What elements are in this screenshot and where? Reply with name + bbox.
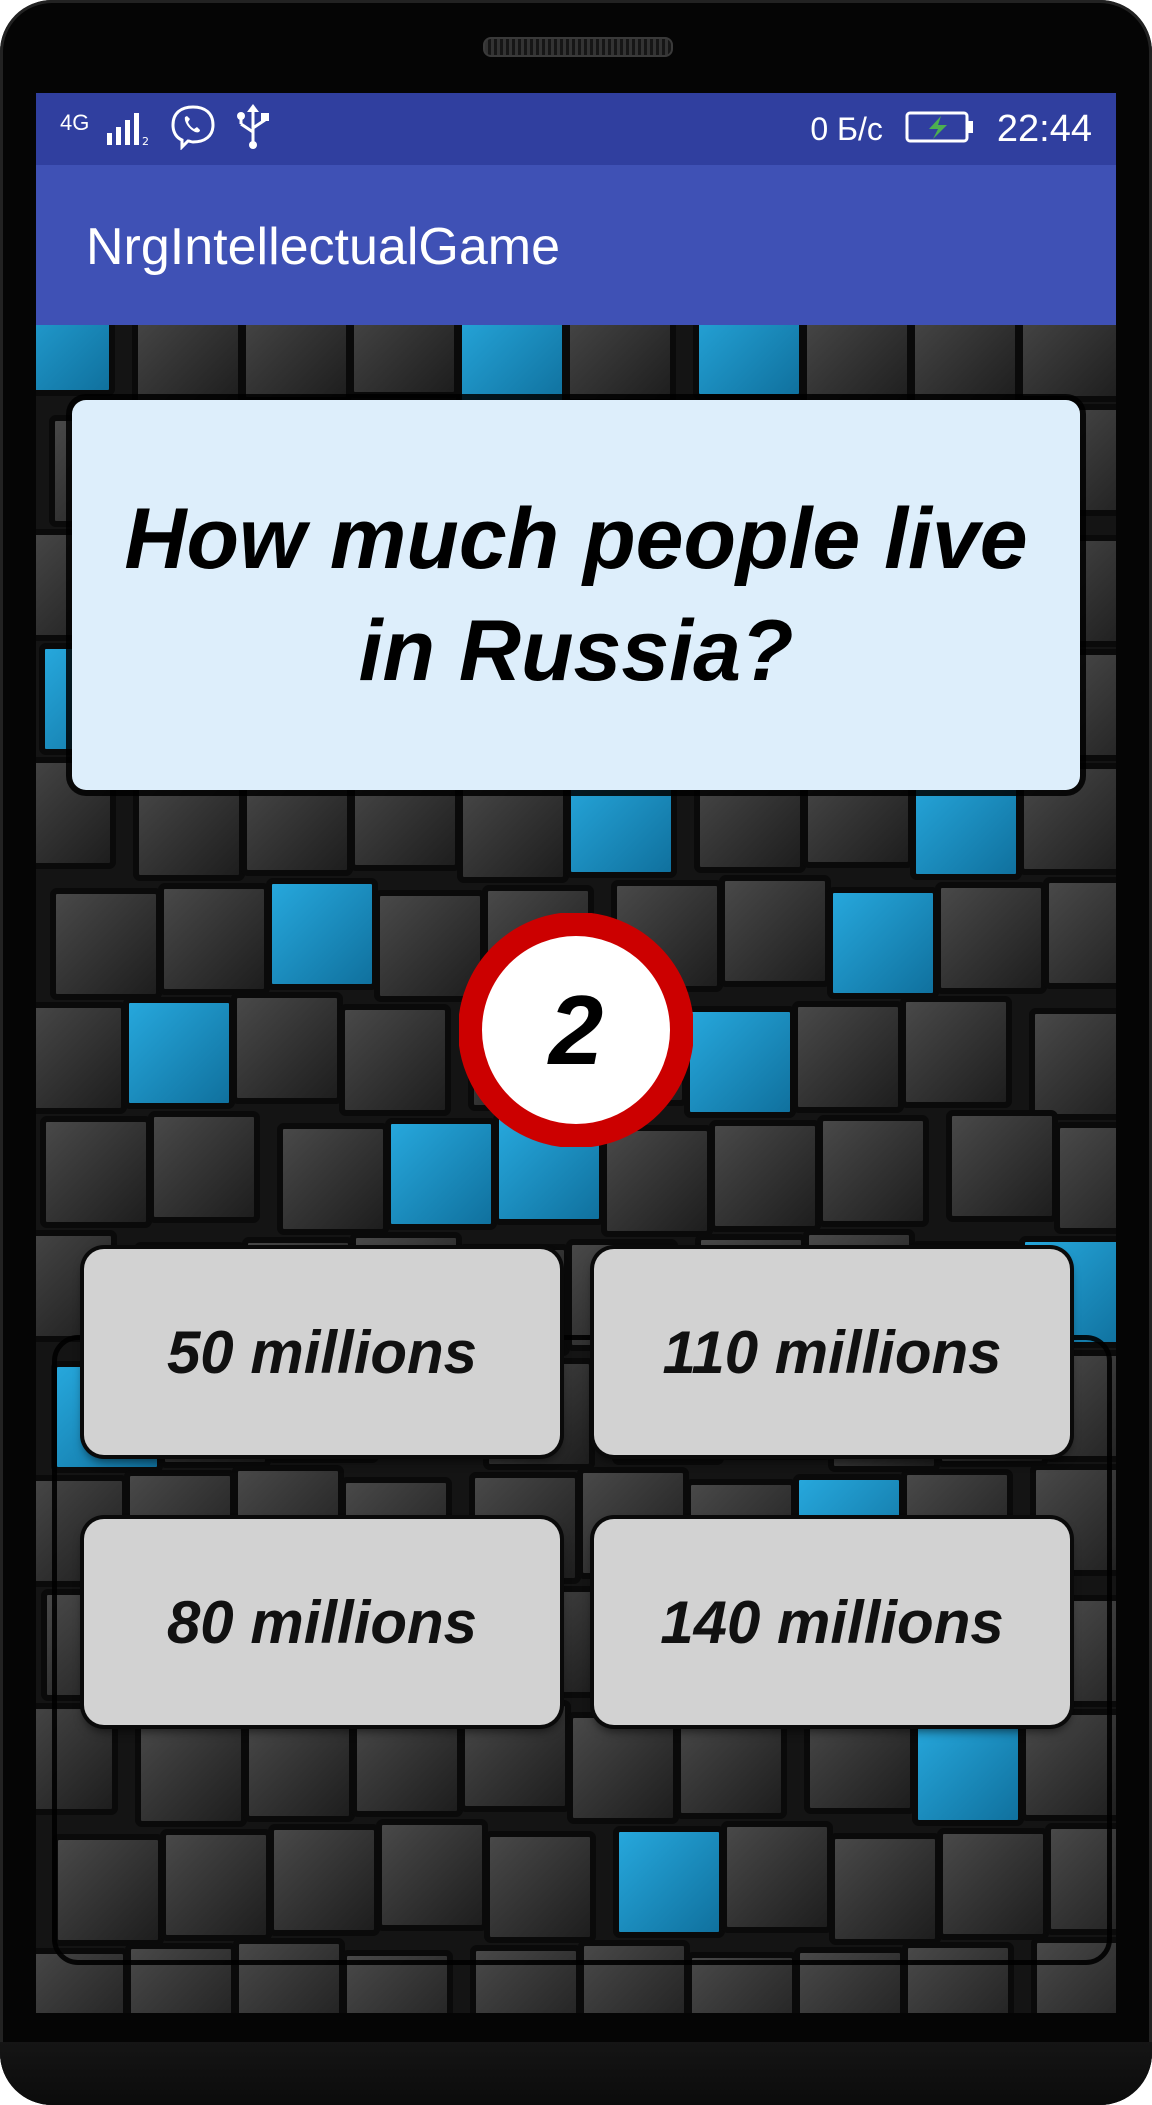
dark-cube: [817, 1115, 929, 1227]
signal-icon: 2: [105, 107, 153, 152]
dark-cube: [50, 888, 162, 1000]
app-bar: NrgIntellectualGame: [36, 165, 1116, 325]
dark-cube: [909, 325, 1021, 407]
dark-cube: [158, 883, 270, 995]
timer-value: 2: [548, 974, 604, 1085]
question-card: How much people live in Russia?: [72, 400, 1080, 790]
dark-cube: [900, 996, 1012, 1108]
dark-cube: [1043, 877, 1116, 989]
dark-cube: [792, 1001, 904, 1113]
blue-cube: [123, 997, 235, 1109]
status-bar-left: 4G 2: [60, 103, 273, 155]
blue-cube: [456, 325, 568, 410]
dark-cube: [935, 882, 1047, 994]
device-screen: 4G 2 0 Б/с 22:44 NrgIntellectualGame How…: [36, 93, 1116, 2013]
dark-cube: [946, 1110, 1058, 1222]
phone-bottom-bezel: [0, 2042, 1152, 2105]
blue-cube: [36, 325, 115, 396]
network-speed: 0 Б/с: [810, 110, 883, 147]
dark-cube: [719, 875, 831, 987]
answer-button-4[interactable]: 140 millions: [594, 1519, 1070, 1725]
answer-button-2[interactable]: 110 millions: [594, 1249, 1070, 1455]
answer-button-1[interactable]: 50 millions: [84, 1249, 560, 1455]
viber-icon: [169, 104, 217, 155]
countdown-timer: 2: [458, 912, 694, 1148]
blue-cube: [827, 887, 939, 999]
usb-icon: [233, 103, 273, 155]
game-content: How much people live in Russia? 2: [36, 325, 1116, 2013]
dark-cube: [132, 325, 244, 408]
dark-cube: [1029, 1008, 1116, 1120]
dark-cube: [564, 325, 676, 405]
dark-cube: [1054, 1122, 1116, 1234]
battery-charging-icon: [905, 110, 975, 149]
clock: 22:44: [996, 107, 1092, 150]
dark-cube: [709, 1120, 821, 1232]
question-text: How much people live in Russia?: [124, 491, 1028, 699]
answer-button-3[interactable]: 80 millions: [84, 1519, 560, 1725]
dark-cube: [1017, 325, 1116, 402]
dark-cube: [148, 1111, 260, 1223]
dark-cube: [231, 992, 343, 1104]
dark-cube: [348, 325, 460, 398]
app-title: NrgIntellectualGame: [86, 218, 560, 276]
dark-cube: [36, 1002, 127, 1114]
blue-cube: [684, 1006, 796, 1118]
blue-cube: [693, 325, 805, 400]
phone-speaker: [483, 37, 673, 57]
network-type-label: 4G: [60, 110, 90, 135]
status-bar-right: 0 Б/с 22:44: [810, 103, 1092, 155]
phone-frame: 4G 2 0 Б/с 22:44 NrgIntellectualGame How…: [0, 0, 1152, 2105]
dark-cube: [801, 325, 913, 412]
dark-cube: [277, 1123, 389, 1235]
blue-cube: [266, 878, 378, 990]
dark-cube: [339, 1004, 451, 1116]
svg-text:2: 2: [142, 135, 149, 147]
status-bar: 4G 2 0 Б/с 22:44: [36, 93, 1116, 165]
dark-cube: [40, 1116, 152, 1228]
dark-cube: [240, 325, 352, 403]
